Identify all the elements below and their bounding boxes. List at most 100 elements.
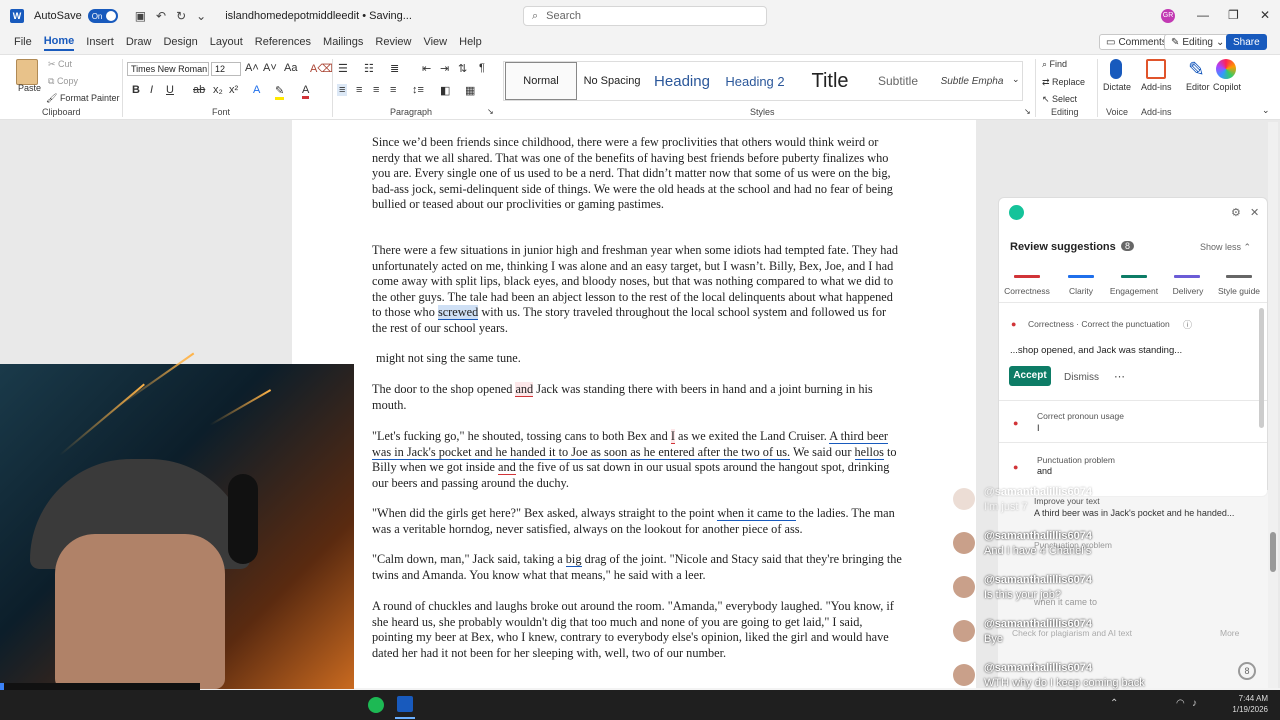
close-panel-icon[interactable]: ✕ bbox=[1250, 206, 1259, 219]
close-icon[interactable]: ✕ bbox=[1260, 8, 1270, 22]
borders-icon[interactable]: ▦ bbox=[465, 84, 475, 97]
paragraph-dialog-icon[interactable]: ↘ bbox=[487, 107, 494, 116]
strikethrough-icon[interactable]: ab bbox=[193, 84, 205, 96]
panel-scrollbar[interactable] bbox=[1259, 308, 1264, 428]
paragraph-8[interactable]: A round of chuckles and laughs broke out… bbox=[372, 599, 902, 661]
editing-mode-button[interactable]: ✎ Editing ⌄ bbox=[1164, 34, 1232, 50]
editor-button[interactable]: Editor bbox=[1186, 82, 1210, 92]
sort-icon[interactable]: ⇅ bbox=[458, 62, 467, 75]
tab-view[interactable]: View bbox=[423, 34, 447, 50]
microphone-icon[interactable] bbox=[1110, 59, 1122, 79]
tab-correctness[interactable]: Correctness bbox=[1001, 286, 1053, 296]
multilevel-list-icon[interactable]: ≣ bbox=[390, 62, 399, 75]
tab-references[interactable]: References bbox=[255, 34, 311, 50]
paste-button[interactable]: Paste bbox=[18, 83, 41, 93]
align-left-icon[interactable]: ≡ bbox=[337, 84, 348, 96]
text-effects-icon[interactable]: A bbox=[253, 84, 260, 96]
autosave-toggle[interactable]: On bbox=[87, 9, 118, 23]
tab-design[interactable]: Design bbox=[163, 34, 197, 50]
italic-icon[interactable]: I bbox=[150, 84, 153, 96]
line-spacing-icon[interactable]: ↕≡ bbox=[412, 84, 424, 96]
style-subtle-emphasis[interactable]: Subtle Empha bbox=[936, 62, 1008, 100]
more-options-icon[interactable]: ⋯ bbox=[1114, 370, 1125, 383]
replace-button[interactable]: ⇄ Replace bbox=[1042, 77, 1085, 88]
underline-icon[interactable]: U bbox=[166, 84, 174, 96]
tab-draw[interactable]: Draw bbox=[126, 34, 152, 50]
spelling-suggestion[interactable]: hellos bbox=[854, 444, 884, 460]
settings-icon[interactable]: ⚙ bbox=[1231, 206, 1241, 219]
redo-icon[interactable]: ↻ bbox=[176, 9, 186, 23]
tab-review[interactable]: Review bbox=[375, 34, 411, 50]
share-button[interactable]: Share bbox=[1226, 34, 1267, 50]
selected-word[interactable]: screwed bbox=[437, 305, 479, 320]
avatar[interactable]: GR bbox=[1161, 9, 1175, 23]
style-subtitle[interactable]: Subtitle bbox=[866, 62, 930, 100]
subscript-icon[interactable]: x₂ bbox=[213, 84, 223, 96]
maximize-icon[interactable]: ❐ bbox=[1228, 8, 1239, 22]
tab-mailings[interactable]: Mailings bbox=[323, 34, 363, 50]
punctuation-error-2[interactable]: and bbox=[498, 460, 516, 475]
ribbon-collapse-icon[interactable]: ⌄ bbox=[1262, 105, 1270, 116]
font-size-select[interactable]: 12 bbox=[211, 62, 241, 76]
document-title[interactable]: islandhomedepotmiddleedit • Saving... bbox=[225, 10, 412, 22]
tab-insert[interactable]: Insert bbox=[86, 34, 114, 50]
paragraph-7[interactable]: "Calm down, man," Jack said, taking a bi… bbox=[372, 552, 902, 583]
comments-button[interactable]: ▭ Comments bbox=[1099, 34, 1174, 50]
paste-icon[interactable] bbox=[16, 59, 38, 85]
tab-delivery[interactable]: Delivery bbox=[1162, 286, 1214, 296]
paragraph-1[interactable]: Since we’d been friends since childhood,… bbox=[372, 135, 902, 213]
tab-help[interactable]: Help bbox=[459, 34, 482, 50]
paragraph-5[interactable]: "Let's fucking go," he shouted, tossing … bbox=[372, 429, 902, 491]
pronoun-error[interactable]: I bbox=[670, 429, 675, 444]
styles-dialog-icon[interactable]: ↘ bbox=[1024, 107, 1031, 116]
tab-style-guide[interactable]: Style guide bbox=[1213, 286, 1265, 296]
bold-icon[interactable]: B bbox=[132, 84, 140, 96]
align-center-icon[interactable]: ≡ bbox=[356, 84, 362, 96]
dismiss-button[interactable]: Dismiss bbox=[1064, 372, 1099, 383]
shrink-font-icon[interactable]: A˅ bbox=[263, 62, 277, 74]
addins-button[interactable]: Add-ins bbox=[1141, 82, 1172, 92]
word-taskbar-icon[interactable] bbox=[397, 696, 413, 712]
style-title[interactable]: Title bbox=[796, 62, 864, 100]
style-normal[interactable]: Normal bbox=[505, 62, 577, 100]
spotify-icon[interactable] bbox=[368, 697, 384, 713]
font-name-select[interactable]: Times New Roman bbox=[127, 62, 209, 76]
copilot-icon[interactable] bbox=[1216, 59, 1236, 79]
decrease-indent-icon[interactable]: ⇤ bbox=[422, 62, 431, 75]
style-heading-2[interactable]: Heading 2 bbox=[722, 62, 788, 100]
wifi-icon[interactable]: ◠ bbox=[1176, 698, 1185, 709]
clock-date[interactable]: 1/19/2026 bbox=[1222, 705, 1268, 714]
conciseness-suggestion[interactable]: when it came to bbox=[717, 506, 796, 521]
paragraph-4[interactable]: The door to the shop opened and Jack was… bbox=[372, 382, 902, 413]
addins-icon[interactable] bbox=[1146, 59, 1166, 79]
tab-clarity[interactable]: Clarity bbox=[1055, 286, 1107, 296]
shading-icon[interactable]: ◧ bbox=[440, 84, 450, 97]
font-color-icon[interactable]: A bbox=[302, 84, 310, 99]
clock-time[interactable]: 7:44 AM bbox=[1222, 694, 1268, 703]
superscript-icon[interactable]: x² bbox=[229, 84, 238, 96]
customize-qat-icon[interactable]: ⌄ bbox=[196, 9, 206, 23]
paragraph-6[interactable]: "When did the girls get here?" Bex asked… bbox=[372, 506, 902, 537]
copilot-button[interactable]: Copilot bbox=[1213, 82, 1241, 92]
change-case-icon[interactable]: Aa bbox=[284, 62, 297, 74]
save-icon[interactable]: ▣ bbox=[135, 9, 146, 23]
bullets-icon[interactable]: ☰ bbox=[338, 62, 348, 75]
styles-expand-icon[interactable]: ⌄ bbox=[1012, 74, 1020, 85]
style-no-spacing[interactable]: No Spacing bbox=[580, 62, 644, 100]
minimize-icon[interactable]: — bbox=[1197, 8, 1209, 22]
align-right-icon[interactable]: ≡ bbox=[373, 84, 379, 96]
find-button[interactable]: ⌕ Find bbox=[1042, 59, 1067, 70]
select-button[interactable]: ↖ Select bbox=[1042, 94, 1077, 105]
show-marks-icon[interactable]: ¶ bbox=[479, 62, 485, 74]
highlight-icon[interactable]: ✎ bbox=[275, 84, 285, 100]
tab-file[interactable]: File bbox=[14, 34, 32, 50]
grow-font-icon[interactable]: A˄ bbox=[245, 62, 259, 74]
volume-icon[interactable]: ♪ bbox=[1192, 698, 1197, 709]
search-input[interactable]: ⌕ Search bbox=[523, 6, 767, 26]
copy-button[interactable]: ⧉ Copy bbox=[48, 76, 78, 87]
cut-button[interactable]: ✂ Cut bbox=[48, 59, 72, 70]
accept-button[interactable]: Accept bbox=[1009, 366, 1051, 386]
suggestion-1-label[interactable]: Correct pronoun usage bbox=[1037, 411, 1124, 421]
paragraph-3[interactable]: might not sing the same tune. bbox=[372, 351, 902, 367]
punctuation-error[interactable]: and bbox=[515, 382, 534, 397]
